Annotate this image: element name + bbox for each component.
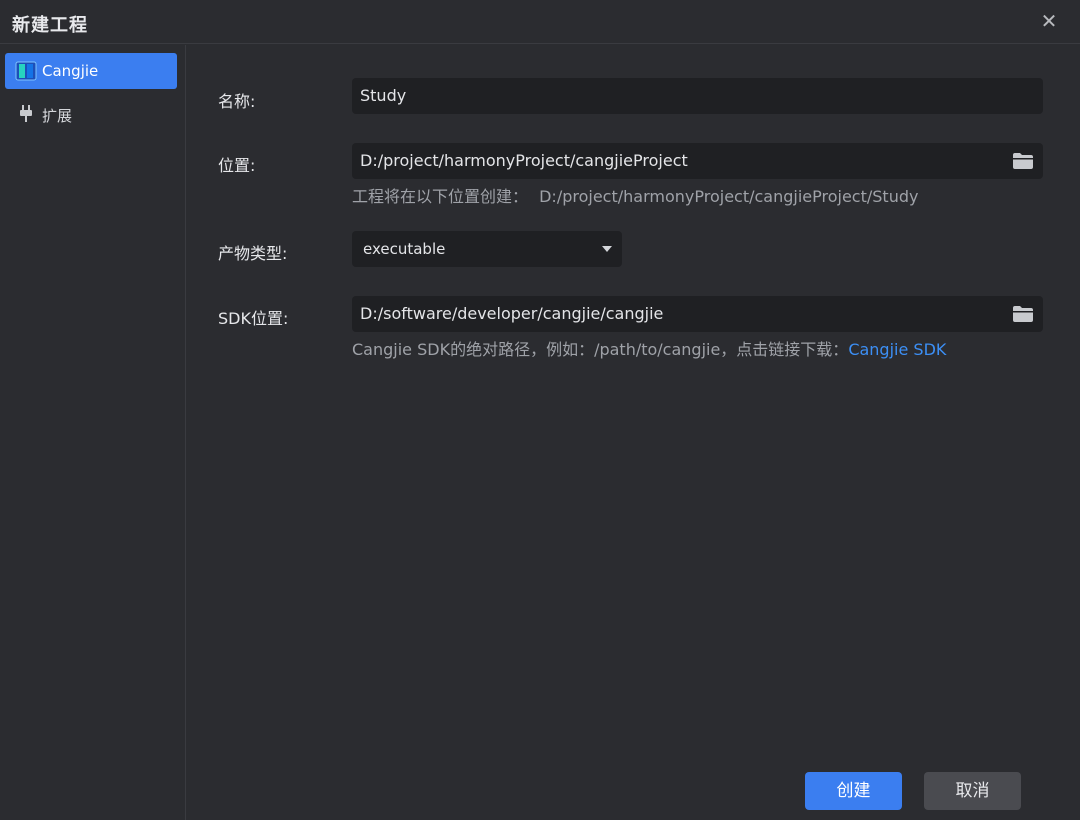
create-button[interactable]: 创建	[805, 772, 902, 810]
sdk-input[interactable]: D:/software/developer/cangjie/cangjie	[352, 296, 1043, 332]
form-panel: 名称: Study 位置: D:/project/harmonyProject/…	[187, 45, 1080, 820]
sidebar-item-cangjie[interactable]: Cangjie	[5, 53, 177, 89]
sdk-hint: Cangjie SDK的绝对路径，例如：/path/to/cangjie，点击链…	[352, 336, 946, 360]
folder-icon[interactable]	[1012, 305, 1034, 323]
cangjie-sdk-link[interactable]: Cangjie SDK	[848, 340, 946, 359]
sdk-value: D:/software/developer/cangjie/cangjie	[360, 304, 664, 323]
name-input[interactable]: Study	[352, 78, 1043, 114]
chevron-down-icon	[602, 246, 612, 252]
sidebar-item-label: Cangjie	[42, 62, 99, 80]
dialog-title: 新建工程	[12, 15, 88, 36]
folder-icon[interactable]	[1012, 152, 1034, 170]
close-icon[interactable]: ✕	[1038, 10, 1060, 32]
location-hint: 工程将在以下位置创建： D:/project/harmonyProject/ca…	[352, 183, 918, 207]
cangjie-logo-icon	[15, 61, 37, 81]
location-value: D:/project/harmonyProject/cangjieProject	[360, 151, 688, 170]
location-input[interactable]: D:/project/harmonyProject/cangjieProject	[352, 143, 1043, 179]
name-label: 名称:	[218, 92, 256, 111]
artifact-type-value: executable	[363, 240, 446, 258]
title-bar: 新建工程 ✕	[0, 0, 1080, 44]
artifact-type-select[interactable]: executable	[352, 231, 622, 267]
sidebar-item-extensions[interactable]: 扩展	[5, 96, 177, 132]
location-label: 位置:	[218, 156, 256, 175]
location-hint-prefix: 工程将在以下位置创建：	[352, 187, 529, 206]
artifact-type-label: 产物类型:	[218, 244, 288, 263]
sidebar-item-label: 扩展	[42, 107, 73, 125]
sdk-label: SDK位置:	[218, 309, 289, 328]
plug-icon	[20, 105, 32, 122]
cancel-button[interactable]: 取消	[924, 772, 1021, 810]
sidebar: Cangjie 扩展	[0, 45, 186, 820]
sdk-hint-text: Cangjie SDK的绝对路径，例如：/path/to/cangjie，点击链…	[352, 340, 849, 359]
location-hint-path: D:/project/harmonyProject/cangjieProject…	[539, 187, 919, 206]
